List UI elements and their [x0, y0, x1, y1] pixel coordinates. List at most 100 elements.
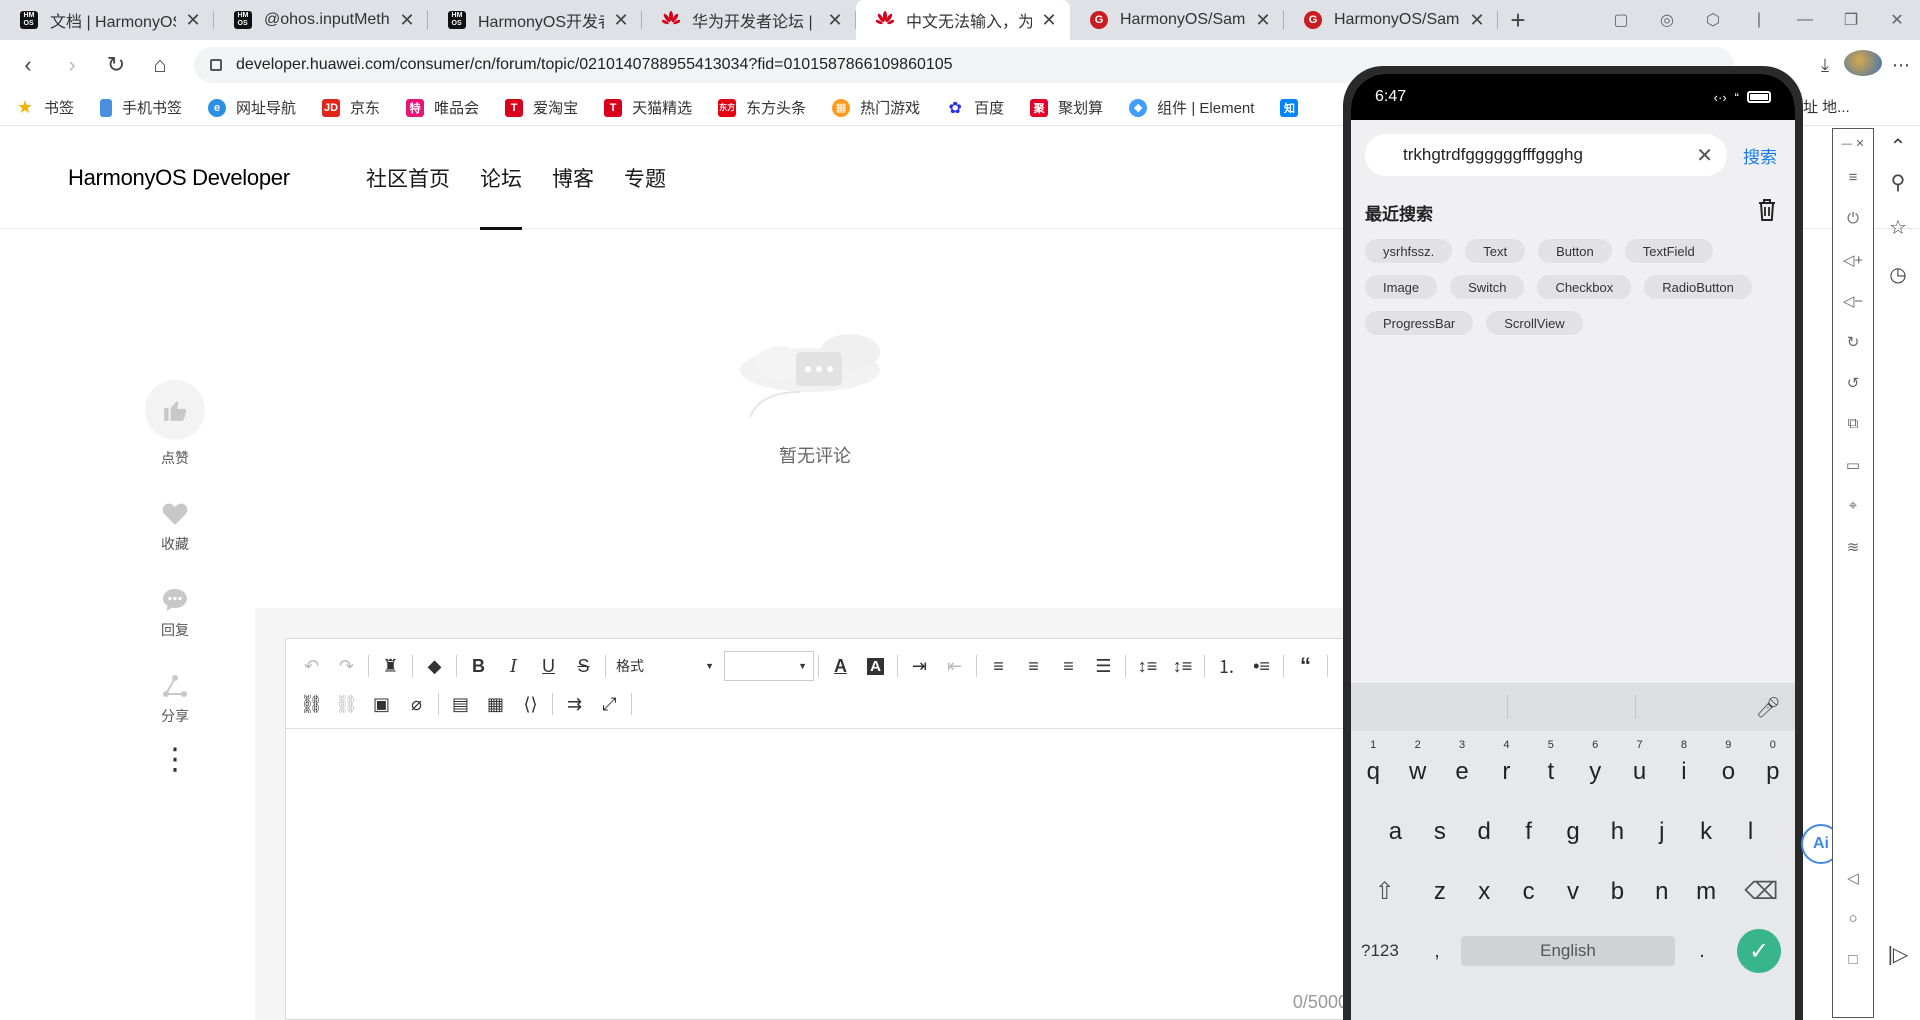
- bookmark-item[interactable]: 聚聚划算: [1030, 97, 1103, 118]
- emulator-menu-icon[interactable]: ≡: [1833, 157, 1873, 198]
- key-j[interactable]: j: [1640, 811, 1684, 853]
- browser-tab[interactable]: 华为开发者论坛 | 华为 ✕: [642, 0, 856, 40]
- blockquote-icon[interactable]: “: [1288, 651, 1323, 681]
- favorite-action[interactable]: 收藏: [144, 492, 206, 554]
- reload-icon[interactable]: ↻: [94, 45, 138, 85]
- clear-icon[interactable]: ✕: [1696, 143, 1713, 168]
- microphone-icon[interactable]: 🎤︎: [1756, 695, 1781, 720]
- ordered-list-icon[interactable]: ⒈: [1209, 651, 1244, 681]
- recent-chip[interactable]: ysrhfssz.: [1365, 239, 1453, 263]
- key-i[interactable]: 8i: [1662, 739, 1706, 793]
- download-icon[interactable]: ⤓: [1806, 55, 1844, 76]
- unordered-list-icon[interactable]: •≡: [1244, 651, 1279, 681]
- unlink-icon[interactable]: ⛓: [329, 689, 364, 719]
- tab-close-icon[interactable]: ✕: [184, 10, 202, 31]
- bookmark-item[interactable]: 手机书签: [100, 97, 182, 118]
- wifi-icon[interactable]: ≋: [1833, 526, 1873, 567]
- key-y[interactable]: 6y: [1573, 739, 1617, 793]
- eraser-icon[interactable]: ◆: [417, 651, 452, 681]
- browser-tab[interactable]: HMOS @ohos.inputMethod ✕: [214, 0, 428, 40]
- key-f[interactable]: f: [1506, 811, 1550, 853]
- menu-dots-icon[interactable]: ⋯: [1882, 55, 1920, 76]
- image-icon[interactable]: ▣: [364, 689, 399, 719]
- key-v[interactable]: v: [1551, 871, 1595, 913]
- bookmark-item[interactable]: 知: [1280, 98, 1308, 117]
- horizontal-rule-icon[interactable]: ⇉: [557, 689, 592, 719]
- key-e[interactable]: 3e: [1440, 739, 1484, 793]
- sidebar-search-icon[interactable]: ⚲: [1876, 164, 1920, 200]
- format-painter-icon[interactable]: ♜: [373, 651, 408, 681]
- key-n[interactable]: n: [1640, 871, 1684, 913]
- period-key[interactable]: .: [1675, 940, 1729, 963]
- search-button[interactable]: 搜索: [1743, 143, 1777, 168]
- editor-content-area[interactable]: [286, 730, 1374, 1019]
- paste-text-icon[interactable]: ▤: [443, 689, 478, 719]
- bookmark-item[interactable]: JD 京东: [322, 97, 380, 118]
- recent-chip[interactable]: Image: [1365, 275, 1438, 299]
- sidebar-favorites-icon[interactable]: ☆: [1876, 200, 1920, 254]
- screenshot-icon[interactable]: ⧉: [1833, 403, 1873, 444]
- recent-chip[interactable]: ProgressBar: [1365, 311, 1474, 335]
- align-left-icon[interactable]: ≡: [981, 651, 1016, 681]
- bookmark-item[interactable]: T 爱淘宝: [505, 97, 578, 118]
- key-x[interactable]: x: [1462, 871, 1506, 913]
- backspace-key-icon[interactable]: ⌫: [1728, 871, 1794, 913]
- profile-avatar[interactable]: [1844, 49, 1882, 81]
- volume-down-icon[interactable]: ◁−: [1833, 280, 1873, 321]
- bookmark-item[interactable]: T 天猫精选: [604, 97, 692, 118]
- align-center-icon[interactable]: ≡: [1016, 651, 1051, 681]
- nav-back-icon[interactable]: ◁: [1833, 857, 1873, 898]
- enter-check-icon[interactable]: ✓: [1737, 929, 1781, 973]
- location-icon[interactable]: ⌖: [1833, 485, 1873, 526]
- battery-setting-icon[interactable]: ▭: [1833, 444, 1873, 485]
- key-g[interactable]: g: [1551, 811, 1595, 853]
- rotate-right-icon[interactable]: ↻: [1833, 321, 1873, 362]
- recent-chip[interactable]: ScrollView: [1486, 311, 1583, 335]
- volume-up-icon[interactable]: ◁+: [1833, 239, 1873, 280]
- paragraph-spacing-icon[interactable]: ↕≡: [1165, 651, 1200, 681]
- power-icon[interactable]: ⏻: [1833, 198, 1873, 239]
- rotate-left-icon[interactable]: ↺: [1833, 362, 1873, 403]
- more-vertical-icon[interactable]: ⋮: [144, 745, 206, 775]
- home-icon[interactable]: ⌂: [138, 45, 182, 85]
- key-w[interactable]: 2w: [1395, 739, 1439, 793]
- shift-key-icon[interactable]: ⇧: [1352, 871, 1418, 913]
- tab-close-icon[interactable]: ✕: [826, 10, 844, 31]
- nav-recents-icon[interactable]: □: [1833, 939, 1873, 980]
- sidebar-history-icon[interactable]: ◷: [1876, 254, 1920, 294]
- key-b[interactable]: b: [1595, 871, 1639, 913]
- new-tab-plus-icon[interactable]: +: [1498, 0, 1538, 40]
- symbols-key[interactable]: ?123: [1361, 941, 1421, 961]
- align-justify-icon[interactable]: ☰: [1086, 651, 1121, 681]
- extensions-icon[interactable]: ⬡: [1690, 10, 1736, 30]
- key-h[interactable]: h: [1595, 811, 1639, 853]
- recent-chip[interactable]: Text: [1465, 239, 1526, 263]
- browser-tab[interactable]: HMOS 文档 | HarmonyOS应 ✕: [0, 0, 214, 40]
- share-action[interactable]: 分享: [144, 664, 206, 726]
- bookmark-item[interactable]: ◆ 组件 | Element: [1129, 97, 1254, 118]
- underline-icon[interactable]: U: [531, 651, 566, 681]
- bookmark-item[interactable]: ▦ 热门游戏: [832, 97, 920, 118]
- key-t[interactable]: 5t: [1529, 739, 1573, 793]
- recent-chip[interactable]: TextField: [1624, 239, 1713, 263]
- minimize-icon[interactable]: —: [1782, 11, 1828, 29]
- back-arrow-icon[interactable]: ‹: [6, 45, 50, 85]
- strikethrough-icon[interactable]: S: [566, 651, 601, 681]
- key-q[interactable]: 1q: [1351, 739, 1395, 793]
- align-right-icon[interactable]: ≡: [1051, 651, 1086, 681]
- comma-key[interactable]: ,: [1421, 940, 1453, 963]
- tab-close-icon[interactable]: ✕: [1040, 10, 1058, 31]
- browser-tab-active[interactable]: 中文无法输入，为什么 ✕: [856, 0, 1070, 40]
- attachment-icon[interactable]: ⌀: [399, 689, 434, 719]
- key-r[interactable]: 4r: [1484, 739, 1528, 793]
- recent-chip[interactable]: Button: [1538, 239, 1612, 263]
- line-height-icon[interactable]: ↕≡: [1130, 651, 1165, 681]
- key-l[interactable]: l: [1728, 811, 1772, 853]
- tab-close-icon[interactable]: ✕: [1468, 10, 1486, 31]
- bookmarks-overflow[interactable]: 址 地...: [1803, 96, 1850, 117]
- nav-community-home[interactable]: 社区首页: [366, 127, 450, 229]
- trash-icon[interactable]: [1757, 198, 1777, 227]
- background-color-icon[interactable]: A: [858, 651, 893, 681]
- reading-mode-icon[interactable]: ◎: [1644, 10, 1690, 30]
- nav-home-icon[interactable]: ○: [1833, 898, 1873, 939]
